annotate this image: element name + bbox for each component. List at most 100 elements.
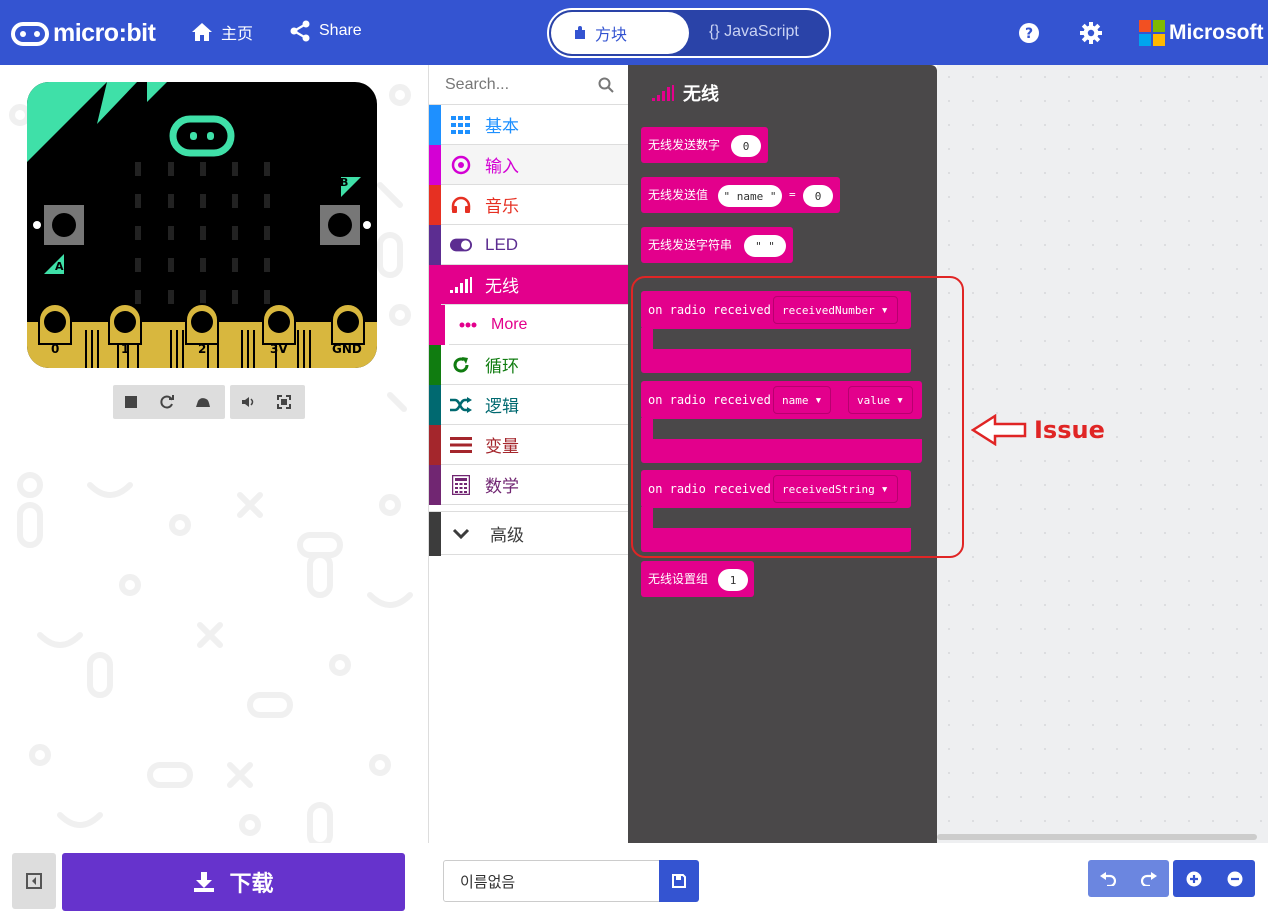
blocks-tab-label: 方块: [595, 25, 628, 44]
category-color-bar: [429, 465, 441, 505]
slow-motion-snail-icon[interactable]: [185, 385, 221, 419]
issue-highlight-box: [631, 276, 964, 558]
microsoft-logo[interactable]: Microsoft: [1139, 20, 1264, 46]
simulator-controls: [113, 385, 310, 419]
microbit-logo-icon: [11, 21, 49, 46]
blocks-tab[interactable]: 方块: [551, 12, 689, 54]
shuffle-icon: [450, 395, 472, 415]
download-icon: [194, 872, 215, 892]
save-button[interactable]: [659, 860, 699, 902]
signal-bars-icon: [450, 275, 472, 295]
category-variables[interactable]: 变量: [429, 425, 628, 465]
help-icon[interactable]: ?: [1018, 22, 1040, 48]
category-label: 无线: [485, 277, 519, 297]
pin-1-label[interactable]: 1: [121, 342, 129, 356]
category-loops[interactable]: 循环: [429, 345, 628, 385]
loop-arrow-icon: [450, 355, 472, 375]
number-input[interactable]: 0: [731, 135, 761, 157]
workspace-horizontal-scrollbar[interactable]: [937, 834, 1257, 840]
zoom-in-icon: [1186, 871, 1201, 886]
ellipsis-icon: [457, 315, 479, 335]
flyout-title: 无线: [683, 84, 719, 105]
zoom-out-button[interactable]: [1214, 860, 1255, 897]
collapse-simulator-button[interactable]: [12, 853, 56, 909]
chevron-down-icon: [450, 524, 472, 544]
category-music[interactable]: 音乐: [429, 185, 628, 225]
pin-0-label[interactable]: 0: [51, 342, 59, 356]
button-a-label: A: [55, 260, 64, 273]
radio-send-value-block[interactable]: 无线发送值 " name " = 0: [641, 177, 840, 213]
category-basic[interactable]: 基本: [429, 105, 628, 145]
category-radio-more[interactable]: More: [429, 305, 628, 345]
radio-send-string-block[interactable]: 无线发送字符串 " ": [641, 227, 793, 263]
category-logic[interactable]: 逻辑: [429, 385, 628, 425]
toolbox-search[interactable]: Search...: [429, 65, 628, 105]
radio-set-group-block[interactable]: 无线设置组 1: [641, 561, 754, 597]
javascript-tab[interactable]: {} JavaScript: [709, 23, 799, 41]
category-color-bar: [429, 225, 441, 265]
name-string-input[interactable]: " name ": [718, 185, 782, 207]
category-color-bar: [429, 305, 445, 345]
redo-button[interactable]: [1129, 860, 1170, 897]
download-label: 下载: [229, 872, 274, 897]
settings-gear-icon[interactable]: [1079, 21, 1103, 49]
toolbox: Search... 基本 输入 音乐 LED 无线 More 循环 逻辑 变量 …: [428, 65, 628, 843]
category-color-bar: [429, 265, 441, 305]
category-color-bar: [429, 105, 441, 145]
block-label: 无线设置组: [648, 572, 709, 586]
category-radio[interactable]: 无线: [429, 265, 628, 305]
block-label: 无线发送值: [648, 188, 709, 202]
download-button[interactable]: 下载: [62, 853, 405, 911]
headphones-icon: [450, 195, 472, 215]
sound-icon[interactable]: [230, 385, 266, 419]
project-name-input[interactable]: 이름없음: [443, 860, 660, 902]
fullscreen-icon[interactable]: [266, 385, 302, 419]
equals-sign: =: [789, 188, 796, 201]
blocks-workspace[interactable]: [937, 65, 1268, 843]
share-button[interactable]: Share: [289, 20, 362, 42]
number-input[interactable]: 0: [803, 185, 833, 207]
search-input[interactable]: Search...: [445, 76, 509, 94]
logo-text: micro:bit: [53, 19, 156, 47]
sim-control-group-2: [230, 385, 305, 419]
category-led[interactable]: LED: [429, 225, 628, 265]
group-number-input[interactable]: 1: [718, 569, 748, 591]
home-button[interactable]: 主页: [191, 20, 253, 44]
restart-icon[interactable]: [149, 385, 185, 419]
flyout-header: 无线: [652, 80, 719, 106]
target-icon: [450, 155, 472, 175]
signal-bars-icon: [652, 85, 674, 101]
microsoft-logo-icon: [1139, 20, 1165, 46]
category-label: 高级: [490, 525, 524, 546]
category-label: 输入: [485, 157, 519, 177]
zoom-in-button[interactable]: [1173, 860, 1214, 897]
category-label: 逻辑: [485, 397, 519, 417]
category-advanced[interactable]: 高级: [429, 511, 628, 556]
microbit-logo[interactable]: micro:bit: [11, 19, 156, 48]
undo-button[interactable]: [1088, 860, 1129, 897]
microbit-board: A B 0 1 2 3V GND: [27, 82, 377, 368]
pin-2-label[interactable]: 2: [198, 342, 206, 356]
category-label: LED: [485, 234, 519, 254]
radio-send-number-block[interactable]: 无线发送数字 0: [641, 127, 768, 163]
microbit-board-graphic: [27, 82, 377, 368]
bottom-bar: 下载 이름없음: [0, 843, 1268, 918]
microsoft-label: Microsoft: [1169, 21, 1264, 44]
undo-icon: [1100, 871, 1117, 886]
svg-text:?: ?: [1025, 26, 1033, 42]
category-label: More: [491, 315, 528, 333]
editor-toggle: 方块 {} JavaScript: [547, 8, 831, 58]
search-icon[interactable]: [598, 77, 614, 93]
simulator-panel: A B 0 1 2 3V GND: [0, 65, 428, 843]
calculator-icon: [450, 475, 472, 495]
category-math[interactable]: 数学: [429, 465, 628, 505]
category-input[interactable]: 输入: [429, 145, 628, 185]
undo-redo-group: [1088, 860, 1169, 897]
block-label: 无线发送数字: [648, 138, 721, 152]
category-color-bar: [429, 185, 441, 225]
sim-control-group-1: [113, 385, 225, 419]
share-label: Share: [319, 22, 362, 39]
redo-icon: [1140, 871, 1157, 886]
stop-icon[interactable]: [113, 385, 149, 419]
string-input[interactable]: " ": [744, 235, 786, 257]
